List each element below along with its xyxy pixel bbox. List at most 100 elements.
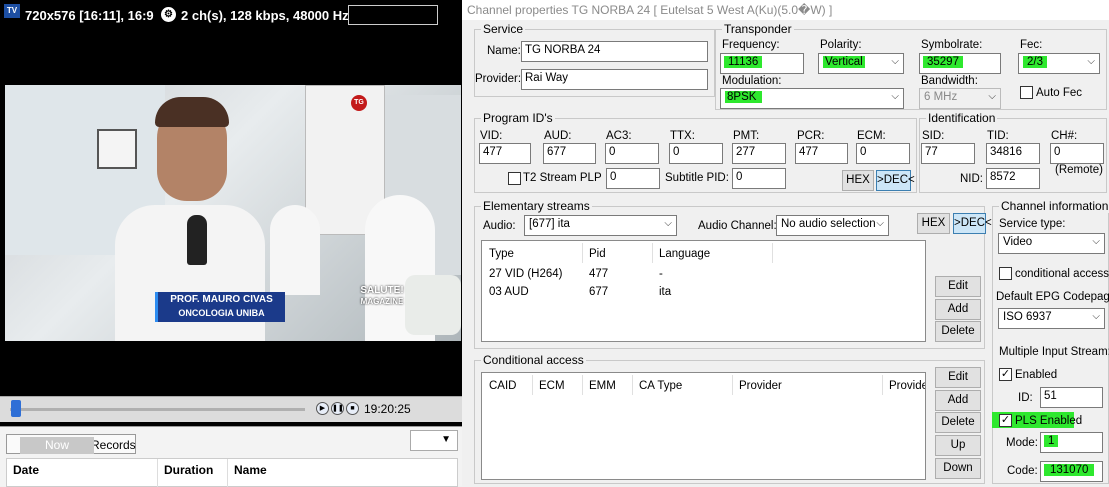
program-dec-button[interactable]: >DEC< [876, 170, 915, 191]
ecm-field[interactable]: 0 [856, 143, 910, 164]
elementary-add-button[interactable]: Add [935, 299, 981, 320]
audio-select[interactable]: [677] ita ⌵ [524, 215, 677, 236]
fec-select[interactable]: 2/3 ⌵ [1018, 53, 1100, 74]
elementary-dec-button[interactable]: >DEC< [953, 213, 992, 234]
salute-magazine-logo: SALUTE! MAGAZINE [351, 285, 413, 309]
pcr-field[interactable]: 477 [795, 143, 848, 164]
epg-dropdown[interactable]: ▼ [410, 430, 458, 451]
frequency-field[interactable]: 11136 [720, 53, 804, 74]
pls-mode-field[interactable]: 1 [1040, 432, 1103, 453]
ca-add-button[interactable]: Add [935, 390, 981, 411]
stop-icon[interactable]: ■ [346, 402, 359, 415]
tg-logo-label: TG [354, 99, 364, 106]
service-type-select[interactable]: Video ⌵ [998, 233, 1105, 254]
ca-edit-button[interactable]: Edit [935, 367, 981, 388]
ca-delete-button[interactable]: Delete [935, 412, 981, 433]
ch-field[interactable]: 0 [1050, 143, 1104, 164]
pls-enabled-label: PLS Enabled [1015, 415, 1083, 427]
transponder-caption: Transponder [722, 22, 794, 36]
elementary-streams-list[interactable]: Type Pid Language 27 VID (H264) 477 - 03… [481, 240, 926, 342]
subtitle-pid-field[interactable]: 0 [732, 168, 786, 189]
elementary-hex-button[interactable]: HEX [917, 213, 950, 234]
subtitle-pid-label: Subtitle PID: [665, 172, 729, 184]
pls-mode-value: 1 [1044, 435, 1059, 447]
video-info: 720x576 [16:11], 16:9 [25, 8, 154, 23]
table-row[interactable]: 03 AUD 677 ita [482, 285, 925, 303]
modulation-select[interactable]: 8PSK ⌵ [720, 88, 904, 109]
pls-code-label: Code: [1007, 465, 1038, 477]
elementary-edit-button[interactable]: Edit [935, 276, 981, 297]
pls-code-field[interactable]: 131070 [1040, 461, 1103, 482]
video-frame[interactable]: TG PROF. MAURO CIVAS ONCOLOGIA UNIBA SAL… [5, 85, 461, 341]
polarity-value: Vertical [823, 56, 865, 68]
player-info-bar: TV 720x576 [16:11], 16:9 ⚙ 2 ch(s), 128 … [0, 0, 462, 30]
col-provider-2: Provider [889, 380, 925, 392]
conditional-access-list[interactable]: CAID ECM EMM CA Type Provider Provider [481, 372, 926, 480]
caption-name: PROF. MAURO CIVAS [170, 294, 273, 305]
epg-codepage-label: Default EPG Codepage: [996, 291, 1109, 303]
modulation-label: Modulation: [722, 75, 782, 87]
service-type-value: Video [1003, 236, 1033, 248]
provider-label: Provider: [475, 73, 522, 85]
remote-label: (Remote) [1055, 164, 1103, 176]
sid-field[interactable]: 77 [921, 143, 975, 164]
service-type-label: Service type: [999, 218, 1066, 230]
row-type: 27 VID (H264) [489, 268, 563, 280]
provider-field[interactable]: Rai Way [521, 69, 708, 90]
symbolrate-field[interactable]: 35297 [919, 53, 1001, 74]
conditional-access-caption: Conditional access [481, 353, 586, 367]
col-emm: EMM [589, 380, 616, 392]
brand-line-2: MAGAZINE [360, 297, 404, 306]
audio-channel-select[interactable]: No audio selection ⌵ [776, 215, 889, 236]
tv-logo-label: TV [6, 6, 18, 15]
elementary-streams-caption: Elementary streams [481, 199, 592, 213]
ttx-field[interactable]: 0 [669, 143, 723, 164]
col-divider [732, 375, 733, 395]
name-label: Name: [487, 45, 521, 57]
chevron-down-icon: ⌵ [664, 218, 672, 229]
aud-field[interactable]: 677 [543, 143, 596, 164]
epg-codepage-select[interactable]: ISO 6937 ⌵ [998, 308, 1105, 329]
table-row[interactable]: 27 VID (H264) 477 - [482, 267, 925, 285]
vid-field[interactable]: 477 [479, 143, 531, 164]
play-icon[interactable]: ▶ [316, 402, 329, 415]
mis-id-label: ID: [1018, 392, 1033, 404]
conditional-access-checkbox[interactable] [999, 267, 1012, 280]
col-divider [582, 243, 583, 263]
audio-label: Audio: [483, 220, 516, 232]
polarity-select[interactable]: Vertical ⌵ [818, 53, 904, 74]
service-caption: Service [481, 22, 526, 36]
mis-enabled-checkbox[interactable]: ✓ [999, 368, 1012, 381]
elementary-delete-button[interactable]: Delete [935, 321, 981, 342]
identification-caption: Identification [926, 111, 998, 125]
epg-codepage-value: ISO 6937 [1003, 311, 1052, 323]
col-ecm: ECM [539, 380, 565, 392]
pause-icon[interactable]: ❚❚ [331, 402, 344, 415]
col-name: Name [234, 463, 267, 477]
auto-fec-checkbox[interactable] [1020, 86, 1033, 99]
t2-stream-plp-checkbox[interactable] [508, 172, 521, 185]
ca-down-button[interactable]: Down [935, 458, 981, 479]
col-caid: CAID [489, 380, 517, 392]
mis-id-field[interactable]: 51 [1040, 387, 1103, 408]
pmt-field[interactable]: 277 [732, 143, 786, 164]
vid-label: VID: [480, 130, 503, 142]
seek-track[interactable] [10, 408, 305, 411]
t2-stream-plp-field[interactable]: 0 [606, 168, 660, 189]
sid-label: SID: [922, 130, 945, 142]
name-field[interactable]: TG NORBA 24 [521, 41, 708, 62]
ac3-field[interactable]: 0 [605, 143, 659, 164]
mis-enabled-label: Enabled [1015, 369, 1058, 381]
seek-handle[interactable] [11, 400, 21, 417]
nid-field[interactable]: 8572 [986, 168, 1040, 189]
chevron-down-icon: ⌵ [988, 91, 996, 102]
player-status-box [348, 5, 438, 25]
tab-now[interactable]: Now [20, 437, 94, 454]
col-ca-type: CA Type [639, 380, 683, 392]
program-hex-button[interactable]: HEX [842, 170, 874, 191]
audio-value: [677] ita [529, 218, 570, 230]
ca-up-button[interactable]: Up [935, 435, 981, 456]
tid-field[interactable]: 34816 [986, 143, 1040, 164]
pls-enabled-checkbox[interactable]: ✓ [999, 414, 1012, 427]
ch-label: CH#: [1051, 130, 1078, 142]
